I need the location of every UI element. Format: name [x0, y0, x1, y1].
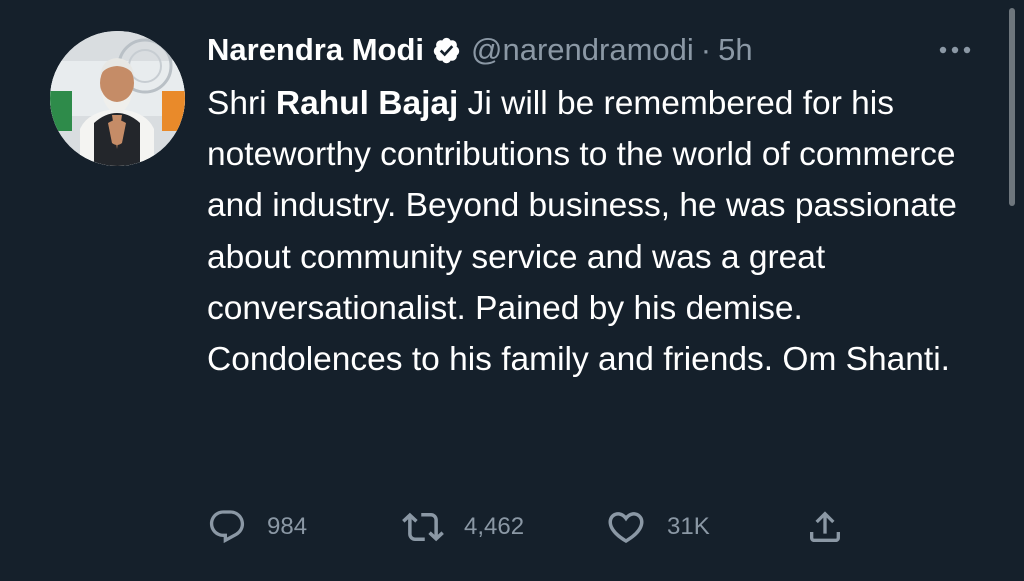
share-button[interactable] — [805, 505, 845, 549]
tweet-text-body: Ji will be remembered for his noteworthy… — [207, 85, 957, 379]
author-display-name[interactable]: Narendra Modi — [207, 32, 424, 68]
scrollbar-thumb[interactable] — [1009, 8, 1015, 206]
reply-icon — [207, 507, 247, 547]
tweet[interactable]: Narendra Modi @narendramodi · 5h Shri Ra… — [0, 0, 1024, 581]
reply-count: 984 — [267, 513, 308, 540]
author-avatar[interactable] — [50, 31, 185, 166]
tweet-content: Narendra Modi @narendramodi · 5h Shri Ra… — [207, 28, 987, 385]
author-handle[interactable]: @narendramodi — [471, 32, 694, 68]
heart-icon — [605, 506, 647, 548]
retweet-icon — [402, 506, 444, 548]
tweet-timestamp[interactable]: 5h — [718, 32, 752, 68]
retweet-button[interactable]: 4,462 — [402, 505, 524, 549]
retweet-count: 4,462 — [464, 513, 525, 540]
header-separator: · — [700, 32, 712, 67]
share-icon — [805, 507, 845, 547]
tweet-text: Shri Rahul Bajaj Ji will be remembered f… — [207, 78, 982, 385]
more-options-icon[interactable] — [934, 34, 978, 64]
reply-button[interactable]: 984 — [207, 505, 307, 549]
tweet-header: Narendra Modi @narendramodi · 5h — [207, 28, 987, 72]
verified-badge-icon — [432, 36, 461, 65]
tweet-text-prefix: Shri — [207, 85, 276, 122]
like-button[interactable]: 31K — [605, 505, 710, 549]
like-count: 31K — [667, 513, 710, 540]
avatar-photo-icon — [50, 31, 185, 166]
tweet-text-mention: Rahul Bajaj — [275, 85, 459, 122]
tweet-actions: 984 4,462 31K — [207, 505, 907, 549]
